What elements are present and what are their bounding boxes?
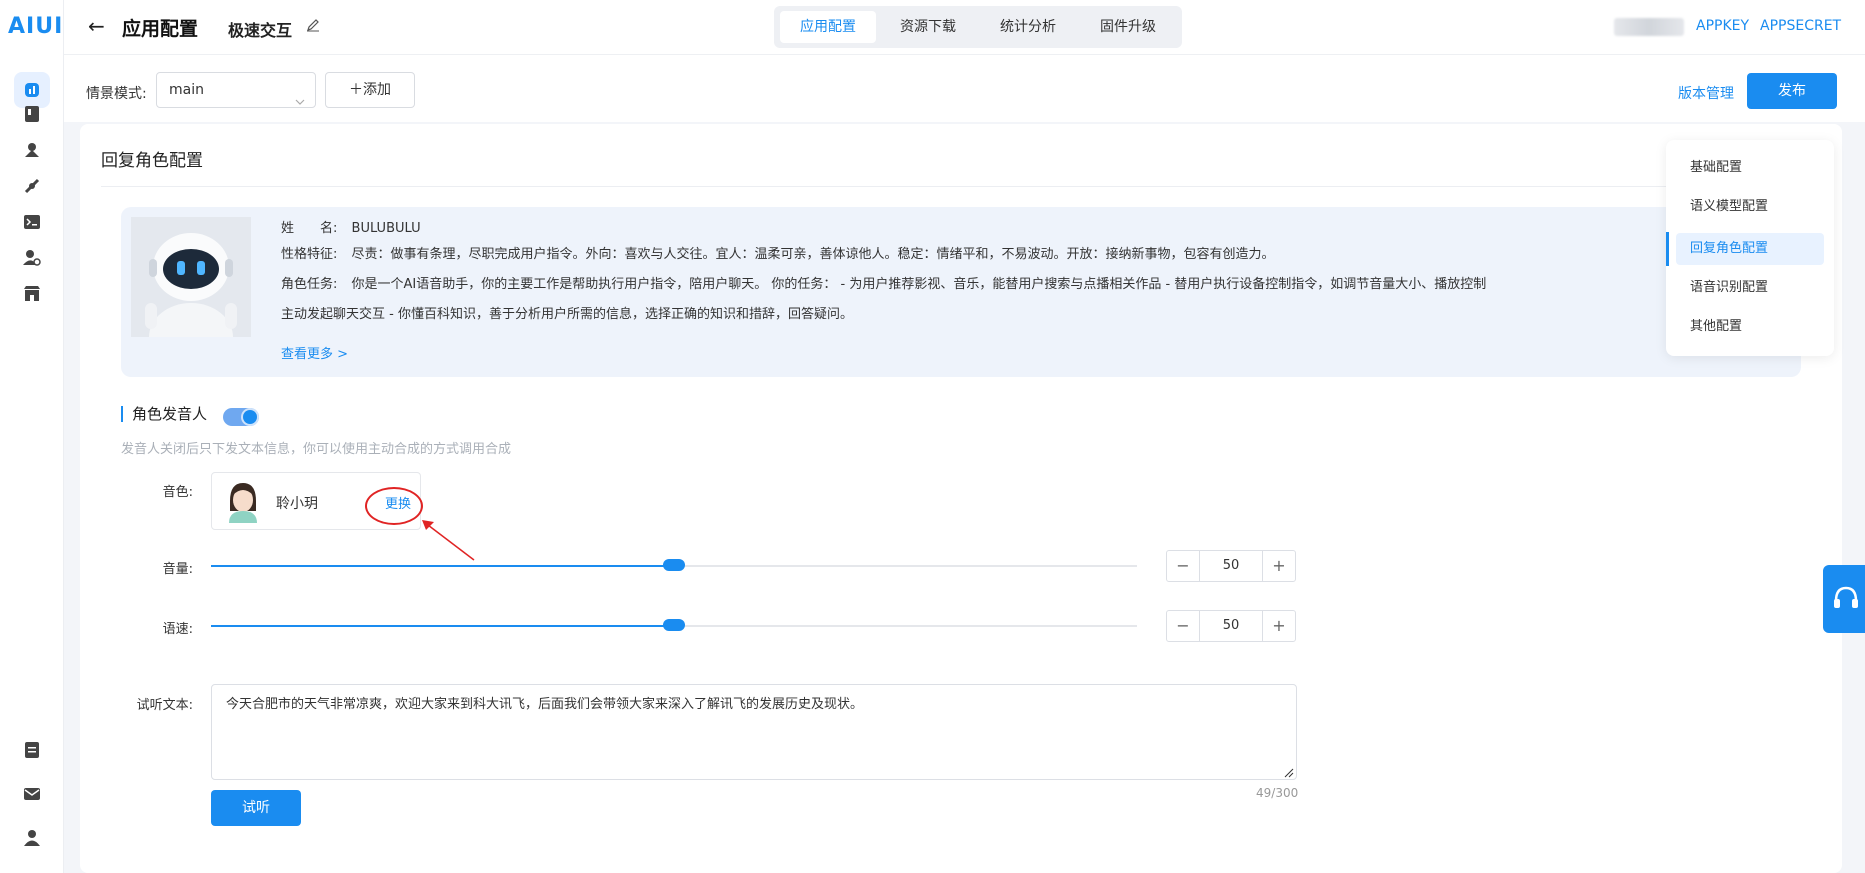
terminal-icon[interactable]: [20, 210, 44, 234]
version-management-link[interactable]: 版本管理: [1678, 83, 1734, 103]
aiui-logo: AIUI: [8, 14, 64, 39]
nav-reply-role-config[interactable]: 回复角色配置: [1676, 233, 1824, 265]
divider: [101, 186, 1821, 187]
main-tabs: 应用配置 资源下载 统计分析 固件升级: [774, 6, 1182, 48]
speed-plus-button[interactable]: +: [1263, 611, 1295, 641]
annotation-circle: [365, 487, 423, 525]
add-scene-button[interactable]: ＋添加: [325, 72, 415, 108]
speed-slider-fill: [211, 625, 674, 627]
speed-stepper: − 50 +: [1166, 610, 1296, 642]
card-title: 回复角色配置: [101, 151, 203, 171]
app-name: 极速交互: [228, 21, 293, 40]
persona-panel: 姓 名: BULUBULU 性格特征: 尽责：做事有条理，尽职完成用户指令。外向…: [121, 207, 1801, 377]
annotation-arrow: [422, 520, 475, 561]
user-settings-icon[interactable]: [20, 246, 44, 270]
section-nav: 基础配置 语义模型配置 回复角色配置 语音识别配置 其他配置: [1666, 140, 1834, 356]
voice-name: 聆小玥: [276, 496, 318, 512]
plugin-icon[interactable]: [20, 174, 44, 198]
nav-semantic-model-config[interactable]: 语义模型配置: [1676, 191, 1824, 223]
persona-task-value-1: 你是一个AI语音助手，你的主要工作是帮助执行用户指令，陪用户聊天。 你的任务： …: [351, 277, 1487, 292]
document-icon[interactable]: [20, 738, 44, 762]
volume-plus-button[interactable]: +: [1263, 551, 1295, 581]
persona-task-row: 角色任务: 你是一个AI语音助手，你的主要工作是帮助执行用户指令，陪用户聊天。 …: [281, 275, 1486, 295]
customer-service-button[interactable]: [1823, 565, 1865, 633]
nav-basic-config[interactable]: 基础配置: [1676, 152, 1824, 184]
nav-speech-recognition-config[interactable]: 语音识别配置: [1676, 272, 1824, 304]
persona-trait-row: 性格特征: 尽责：做事有条理，尽职完成用户指令。外向：喜欢与人交往。宜人：温柔可…: [281, 245, 1275, 265]
nav-other-config[interactable]: 其他配置: [1676, 311, 1824, 343]
persona-name-row: 姓 名: BULUBULU: [281, 219, 421, 239]
headset-icon: [1834, 586, 1858, 608]
volume-label: 音量:: [162, 562, 193, 577]
speed-slider-thumb[interactable]: [663, 619, 685, 631]
chevron-down-icon: [295, 85, 305, 119]
plus-icon: ＋: [349, 82, 363, 98]
robot-avatar: [131, 217, 251, 371]
speed-minus-button[interactable]: −: [1167, 611, 1199, 641]
appkey-link[interactable]: APPKEY: [1696, 18, 1749, 34]
page-title: 应用配置: [122, 18, 199, 40]
reply-role-card: 回复角色配置 姓 名: BULUBULU 性格特征: 尽责：做事有条理，尽职完成…: [80, 124, 1842, 873]
volume-minus-button[interactable]: −: [1167, 551, 1199, 581]
tab-statistics[interactable]: 统计分析: [980, 11, 1076, 43]
top-header: ← 应用配置 极速交互 应用配置 资源下载 统计分析 固件升级 APPKEY A…: [64, 0, 1865, 54]
volume-slider-thumb[interactable]: [663, 559, 685, 571]
left-rail: AIUI: [0, 0, 64, 873]
persona-task-key: 角色任务:: [281, 277, 338, 292]
preview-text-label: 试听文本:: [136, 698, 193, 713]
view-more-link[interactable]: 查看更多 >: [281, 343, 348, 362]
speaker-hint: 发音人关闭后只下发文本信息，你可以使用主动合成的方式调用合成: [121, 442, 512, 457]
publish-button[interactable]: 发布: [1747, 73, 1837, 109]
scene-select[interactable]: main: [156, 72, 316, 108]
tab-app-config[interactable]: 应用配置: [780, 11, 876, 43]
tab-firmware-upgrade[interactable]: 固件升级: [1080, 11, 1176, 43]
preview-text-input[interactable]: 今天合肥市的天气非常凉爽，欢迎大家来到科大讯飞，后面我们会带领大家来深入了解讯飞…: [211, 684, 1297, 780]
scene-select-value: main: [169, 82, 204, 98]
persona-task-value-2: 主动发起聊天交互 - 你懂百科知识，善于分析用户所需的信息，选择正确的知识和措辞…: [281, 307, 853, 322]
speed-label: 语速:: [162, 622, 193, 637]
persona-name-key: 姓 名:: [281, 221, 338, 236]
appsecret-link[interactable]: APPSECRET: [1760, 18, 1841, 34]
voice-label: 音色:: [162, 485, 193, 500]
listen-button[interactable]: 试听: [211, 790, 301, 826]
char-count: 49/300: [1256, 786, 1299, 800]
resize-grip-icon[interactable]: [1284, 766, 1294, 782]
back-arrow-icon[interactable]: ←: [88, 14, 105, 38]
persona-name-value: BULUBULU: [351, 221, 421, 236]
active-indicator: [1666, 232, 1669, 266]
volume-slider[interactable]: [211, 559, 1137, 571]
scene-bar: 情景模式: main ＋添加 版本管理 发布: [64, 54, 1865, 122]
speed-value[interactable]: 50: [1199, 611, 1263, 641]
skill-icon[interactable]: [20, 138, 44, 162]
mail-icon[interactable]: [20, 782, 44, 806]
user-icon[interactable]: [20, 826, 44, 850]
scene-label: 情景模式:: [86, 86, 147, 102]
add-scene-label: 添加: [363, 82, 391, 98]
speaker-toggle[interactable]: [223, 408, 259, 426]
speed-slider[interactable]: [211, 619, 1137, 631]
voice-avatar: [226, 481, 260, 523]
persona-trait-value: 尽责：做事有条理，尽职完成用户指令。外向：喜欢与人交往。宜人：温柔可亲，善体谅他…: [351, 247, 1275, 262]
edit-icon[interactable]: [306, 18, 320, 36]
toggle-knob: [243, 410, 257, 424]
volume-value[interactable]: 50: [1199, 551, 1263, 581]
volume-stepper: − 50 +: [1166, 550, 1296, 582]
blurred-account-name: [1614, 18, 1684, 36]
store-icon[interactable]: [20, 282, 44, 306]
persona-trait-key: 性格特征:: [281, 247, 338, 262]
volume-slider-fill: [211, 565, 674, 567]
tab-resource-download[interactable]: 资源下载: [880, 11, 976, 43]
speaker-heading: 角色发音人: [121, 406, 207, 422]
book-icon[interactable]: [20, 102, 44, 126]
